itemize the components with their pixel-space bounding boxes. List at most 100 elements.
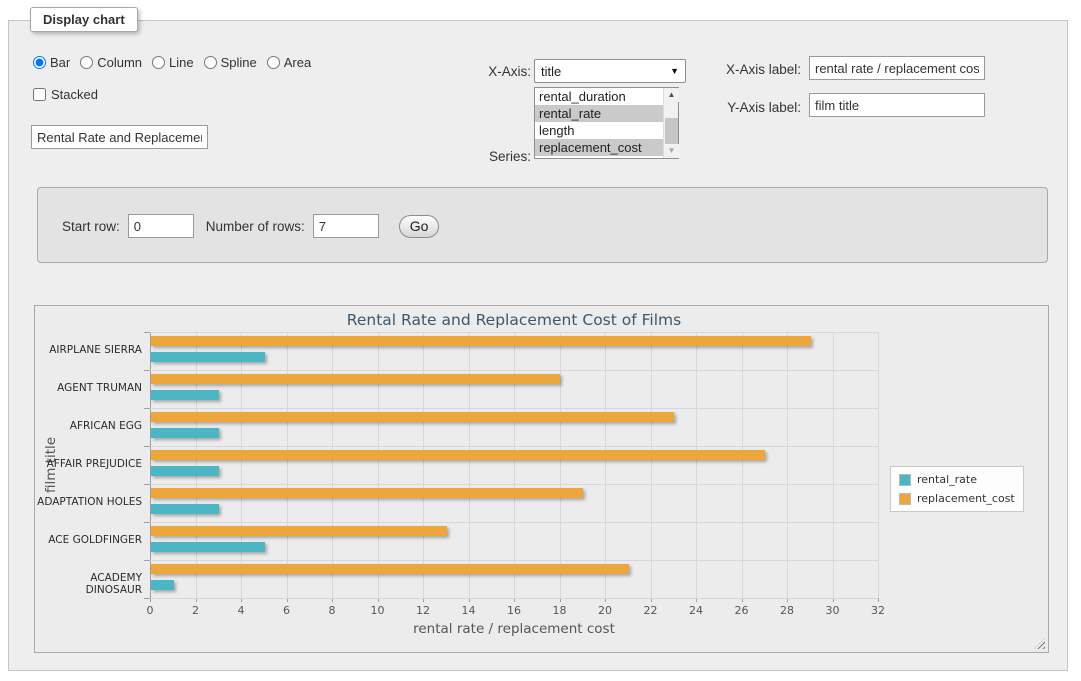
gridline-horizontal — [150, 370, 878, 371]
category-label: ADAPTATION HOLES — [35, 496, 142, 508]
gridline-horizontal — [150, 598, 878, 599]
y-axis-label-input[interactable] — [809, 93, 985, 117]
x-tick-label: 8 — [312, 604, 352, 617]
x-axis-label-input[interactable] — [809, 56, 985, 80]
number-of-rows-label: Number of rows: — [206, 219, 305, 234]
y-axis-tick — [144, 408, 150, 409]
stacked-checkbox-row[interactable]: Stacked — [33, 87, 98, 102]
chart-type-radios: Bar Column Line Spline Area — [33, 55, 311, 70]
radio-label: Spline — [221, 55, 257, 70]
bar-rental_rate[interactable] — [151, 352, 265, 362]
bar-replacement_cost[interactable] — [151, 564, 629, 574]
radio-label: Column — [97, 55, 142, 70]
y-axis-tick — [144, 446, 150, 447]
chart-type-option-bar[interactable]: Bar — [33, 55, 70, 70]
bar-rental_rate[interactable] — [151, 504, 219, 514]
chart-container: Rental Rate and Replacement Cost of Film… — [34, 305, 1049, 653]
plot-area — [150, 332, 878, 598]
x-tick-label: 0 — [130, 604, 170, 617]
series-scrollbar[interactable]: ▲ ▼ — [663, 88, 678, 158]
bar-rental_rate[interactable] — [151, 542, 265, 552]
scrollbar-thumb[interactable] — [665, 118, 678, 144]
chart-title-input[interactable] — [31, 125, 208, 149]
series-option-rental_duration[interactable]: rental_duration — [535, 88, 663, 105]
y-axis-tick — [144, 370, 150, 371]
start-row-input[interactable] — [128, 214, 194, 238]
x-tick-label: 12 — [403, 604, 443, 617]
chart-title: Rental Rate and Replacement Cost of Film… — [150, 311, 878, 329]
gridline-vertical — [833, 332, 834, 598]
x-tick-label: 20 — [585, 604, 625, 617]
gridline-vertical — [196, 332, 197, 598]
x-tick-label: 28 — [767, 604, 807, 617]
category-label: ACE GOLDFINGER — [35, 534, 142, 546]
series-option-rental_rate[interactable]: rental_rate — [535, 105, 663, 122]
legend-item-rental_rate[interactable]: rental_rate — [899, 473, 1015, 486]
fieldset-legend: Display chart — [30, 7, 138, 32]
radio-label: Line — [169, 55, 194, 70]
x-tick-label: 2 — [176, 604, 216, 617]
y-axis-line — [150, 332, 151, 598]
gridline-vertical — [378, 332, 379, 598]
x-axis-select-label: X-Axis: — [431, 64, 531, 79]
gridline-vertical — [332, 332, 333, 598]
x-tick-label: 30 — [813, 604, 853, 617]
gridline-vertical — [787, 332, 788, 598]
chart-type-option-line[interactable]: Line — [152, 55, 194, 70]
chart-type-option-area[interactable]: Area — [267, 55, 311, 70]
x-tick-label: 24 — [676, 604, 716, 617]
x-tick-label: 32 — [858, 604, 898, 617]
series-options: rental_durationrental_ratelengthreplacem… — [535, 88, 663, 158]
x-tick-label: 16 — [494, 604, 534, 617]
bar-rental_rate[interactable] — [151, 466, 219, 476]
number-of-rows-input[interactable] — [313, 214, 379, 238]
x-tick-label: 18 — [540, 604, 580, 617]
radio-bar[interactable] — [33, 56, 46, 69]
bar-replacement_cost[interactable] — [151, 488, 583, 498]
gridline-vertical — [742, 332, 743, 598]
gridline-horizontal — [150, 446, 878, 447]
legend-label: replacement_cost — [917, 492, 1015, 505]
x-axis-title: rental rate / replacement cost — [150, 621, 878, 637]
x-tick-label: 4 — [221, 604, 261, 617]
resize-handle-icon[interactable] — [1034, 638, 1045, 649]
category-label: AIRPLANE SIERRA — [35, 344, 142, 356]
stacked-label: Stacked — [51, 87, 98, 102]
bar-replacement_cost[interactable] — [151, 526, 447, 536]
bar-rental_rate[interactable] — [151, 428, 219, 438]
y-axis-tick — [144, 598, 150, 599]
radio-spline[interactable] — [204, 56, 217, 69]
radio-line[interactable] — [152, 56, 165, 69]
gridline-vertical — [651, 332, 652, 598]
y-axis-tick — [144, 560, 150, 561]
x-tick-label: 26 — [722, 604, 762, 617]
stacked-checkbox[interactable] — [33, 88, 46, 101]
y-axis-tick — [144, 484, 150, 485]
gridline-vertical — [696, 332, 697, 598]
bar-replacement_cost[interactable] — [151, 374, 560, 384]
legend-item-replacement_cost[interactable]: replacement_cost — [899, 492, 1015, 505]
x-tick-label: 22 — [631, 604, 671, 617]
gridline-vertical — [287, 332, 288, 598]
legend-swatch-rental_rate — [899, 474, 911, 486]
series-option-length[interactable]: length — [535, 122, 663, 139]
gridline-vertical — [423, 332, 424, 598]
chart-type-option-spline[interactable]: Spline — [204, 55, 257, 70]
radio-column[interactable] — [80, 56, 93, 69]
y-axis-label-label: Y-Axis label: — [649, 100, 801, 115]
bar-rental_rate[interactable] — [151, 390, 219, 400]
series-option-replacement_cost[interactable]: replacement_cost — [535, 139, 663, 156]
chart-type-option-column[interactable]: Column — [80, 55, 142, 70]
x-tick-label: 14 — [449, 604, 489, 617]
gridline-horizontal — [150, 332, 878, 333]
bar-rental_rate[interactable] — [151, 580, 174, 590]
bar-replacement_cost[interactable] — [151, 412, 674, 422]
radio-area[interactable] — [267, 56, 280, 69]
bar-replacement_cost[interactable] — [151, 450, 765, 460]
category-label: AGENT TRUMAN — [35, 382, 142, 394]
series-multiselect[interactable]: rental_durationrental_ratelengthreplacem… — [534, 87, 679, 159]
gridline-vertical — [560, 332, 561, 598]
go-button[interactable]: Go — [399, 215, 440, 238]
scroll-down-icon[interactable]: ▼ — [664, 144, 679, 158]
bar-replacement_cost[interactable] — [151, 336, 811, 346]
